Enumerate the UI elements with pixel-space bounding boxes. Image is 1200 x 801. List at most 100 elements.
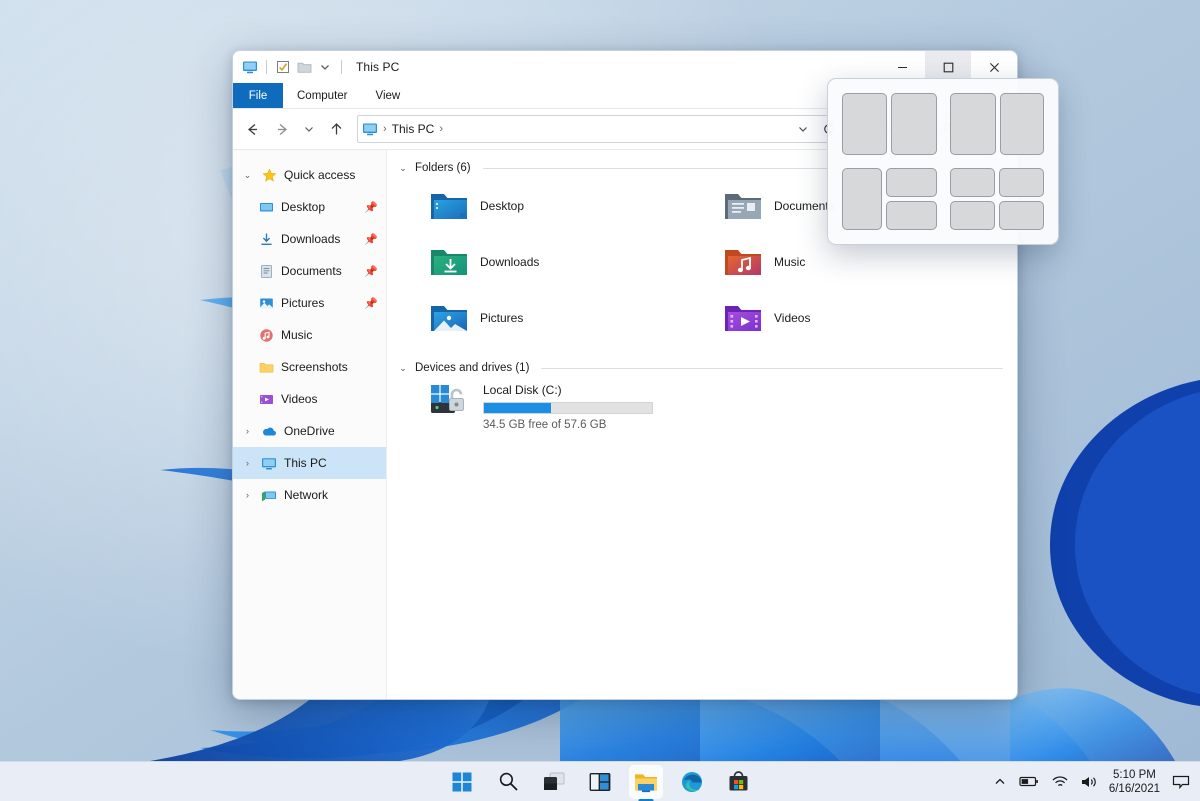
snap-two-equal-columns[interactable] [840,91,939,157]
sidebar-label: Pictures [281,296,325,310]
folder-item-downloads[interactable]: Downloads [425,234,709,290]
tab-view[interactable]: View [362,83,415,108]
tab-computer[interactable]: Computer [283,83,362,108]
breadcrumb-separator-2[interactable]: › [438,123,444,135]
folders-group-title: Folders (6) [415,162,471,174]
microsoft-store-button[interactable] [721,765,755,799]
snap-zone[interactable] [949,93,996,155]
back-arrow-icon[interactable] [237,114,267,144]
snap-zone[interactable] [998,201,1044,230]
drives-group-header[interactable]: ⌄ Devices and drives (1) [397,362,1003,374]
snap-layouts-flyout[interactable] [827,78,1059,245]
sidebar-item-network[interactable]: › Network [233,479,386,511]
file-explorer-button[interactable] [629,764,663,799]
snap-zone[interactable] [949,168,995,197]
search-button[interactable] [491,765,525,799]
qat-separator-2 [341,60,342,74]
sidebar-item-this-pc[interactable]: › This PC [233,447,386,479]
task-view-button[interactable] [537,765,571,799]
pin-icon[interactable]: 📌 [364,297,378,310]
folder-item-desktop[interactable]: Desktop [425,178,709,234]
navigation-pane[interactable]: ⌄ Quick access Desktop 📌 Downloads 📌 Doc… [233,150,387,699]
forward-arrow-icon[interactable] [267,114,297,144]
folder-label: Pictures [480,311,524,325]
sidebar-item-documents[interactable]: Documents 📌 [233,255,386,287]
notification-icon[interactable] [1172,774,1190,790]
snap-zone[interactable] [998,168,1044,197]
breadcrumb-this-pc[interactable]: This PC [392,122,435,136]
address-bar[interactable]: › This PC › [357,115,847,143]
start-button[interactable] [445,765,479,799]
sidebar-item-quick-access[interactable]: ⌄ Quick access [233,159,386,191]
sidebar-label: Music [281,328,313,342]
address-this-pc-icon [362,121,378,137]
snap-zone[interactable] [999,93,1044,155]
snap-two-columns-wide-left[interactable] [948,91,1047,157]
this-pc-icon [261,455,277,471]
chevron-down-icon[interactable]: ⌄ [397,363,409,374]
drive-usage-fill [484,403,552,413]
sidebar-label: Desktop [281,200,326,214]
qat-separator [266,60,267,74]
wifi-icon[interactable] [1051,775,1068,789]
drives-group-title: Devices and drives (1) [415,362,530,374]
history-dropdown-icon[interactable] [790,116,816,142]
sidebar-label: Screenshots [281,360,348,374]
pin-icon[interactable]: 📌 [364,201,378,214]
pictures-folder-icon [429,301,469,335]
sidebar-item-screenshots[interactable]: Screenshots [233,351,386,383]
drive-item-local-disk-c[interactable]: Local Disk (C:) 34.5 GB free of 57.6 GB [397,382,1003,431]
sidebar-item-desktop[interactable]: Desktop 📌 [233,191,386,223]
edge-button[interactable] [675,765,709,799]
pin-icon[interactable]: 📌 [364,233,378,246]
chevron-down-icon[interactable]: ⌄ [397,163,409,174]
quick-access-toolbar[interactable]: This PC [233,59,399,75]
taskbar[interactable]: 5:10 PM 6/16/2021 [0,761,1200,801]
pictures-icon [258,295,274,311]
folder-item-videos[interactable]: Videos [719,290,1003,346]
snap-zone[interactable] [949,201,995,230]
snap-left-plus-two-stacked[interactable] [840,166,939,232]
recent-locations-chevron-icon[interactable] [297,114,321,144]
chevron-right-icon[interactable]: › [241,490,254,500]
sidebar-item-videos[interactable]: Videos [233,383,386,415]
taskbar-clock[interactable]: 5:10 PM 6/16/2021 [1109,768,1160,796]
drive-name: Local Disk (C:) [483,383,562,397]
sidebar-item-music[interactable]: Music [233,319,386,351]
properties-icon[interactable] [275,59,291,75]
chevron-right-icon[interactable]: › [241,426,254,436]
speaker-icon[interactable] [1080,775,1097,789]
up-arrow-icon[interactable] [321,114,351,144]
snap-zone[interactable] [886,168,937,197]
local-disk-icon [429,382,473,420]
sidebar-label: Network [284,488,329,502]
widgets-button[interactable] [583,765,617,799]
sidebar-item-downloads[interactable]: Downloads 📌 [233,223,386,255]
downloads-icon [258,231,274,247]
pin-icon[interactable]: 📌 [364,265,378,278]
tab-file[interactable]: File [233,83,283,108]
clock-time: 5:10 PM [1113,768,1156,781]
snap-four-quadrants[interactable] [948,166,1047,232]
network-icon [261,487,277,503]
breadcrumb-separator-1: › [383,123,387,135]
customize-qat-dropdown-icon[interactable] [317,59,333,75]
folder-label: Music [774,255,806,269]
snap-zone[interactable] [842,168,883,230]
chevron-down-icon[interactable]: ⌄ [241,170,254,181]
folder-item-pictures[interactable]: Pictures [425,290,709,346]
snap-zone[interactable] [891,93,937,155]
system-tray[interactable]: 5:10 PM 6/16/2021 [993,768,1190,796]
battery-icon[interactable] [1019,775,1039,788]
chevron-right-icon[interactable]: › [241,458,254,468]
star-icon [261,167,277,183]
new-folder-icon[interactable] [296,59,312,75]
this-pc-icon[interactable] [242,59,258,75]
sidebar-item-onedrive[interactable]: › OneDrive [233,415,386,447]
snap-zone[interactable] [886,201,937,230]
documents-icon [258,263,274,279]
snap-zone[interactable] [842,93,888,155]
chevron-up-icon[interactable] [993,775,1007,789]
folder-label: Documents [774,199,835,213]
sidebar-item-pictures[interactable]: Pictures 📌 [233,287,386,319]
